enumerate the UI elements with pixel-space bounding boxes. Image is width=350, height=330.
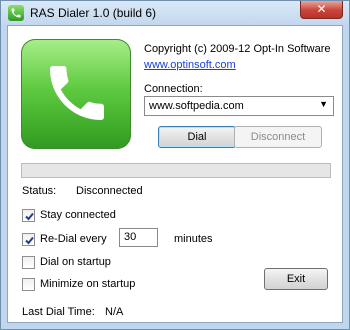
- redial-label: Re-Dial every: [40, 233, 107, 245]
- checkbox-box[interactable]: [22, 233, 35, 246]
- phone-icon: [21, 39, 131, 149]
- connection-label: Connection:: [144, 83, 203, 95]
- last-dial-value: N/A: [105, 306, 124, 318]
- website-link[interactable]: www.optinsoft.com: [144, 59, 236, 71]
- stay-connected-checkbox[interactable]: Stay connected: [22, 208, 142, 223]
- minimize-on-startup-checkbox[interactable]: Minimize on startup: [22, 277, 152, 292]
- phone-icon: [8, 5, 24, 21]
- window-title: RAS Dialer 1.0 (build 6): [30, 6, 157, 20]
- close-icon: ✕: [316, 2, 327, 16]
- status-value: Disconnected: [76, 185, 143, 197]
- connection-value: www.softpedia.com: [149, 100, 244, 112]
- status-label: Status:: [22, 185, 57, 197]
- copyright-text: Copyright (c) 2009-12 Opt-In Software: [144, 43, 331, 55]
- progress-bar: [21, 163, 331, 178]
- client-area: Copyright (c) 2009-12 Opt-In Software ww…: [7, 25, 343, 323]
- minimize-on-startup-label: Minimize on startup: [40, 278, 136, 290]
- checkbox-box[interactable]: [22, 256, 35, 269]
- redial-minutes-input[interactable]: 30: [119, 228, 158, 247]
- checkbox-box[interactable]: [22, 278, 35, 291]
- close-button[interactable]: ✕: [300, 1, 343, 19]
- dial-button[interactable]: Dial: [158, 126, 236, 148]
- dial-on-startup-checkbox[interactable]: Dial on startup: [22, 255, 132, 270]
- disconnect-button[interactable]: Disconnect: [234, 126, 322, 148]
- chevron-down-icon: ▼: [319, 99, 328, 109]
- last-dial-label: Last Dial Time:: [22, 306, 95, 318]
- stay-connected-label: Stay connected: [40, 209, 116, 221]
- checkbox-box[interactable]: [22, 209, 35, 222]
- app-window: RAS Dialer 1.0 (build 6) ✕ Copyright (c)…: [0, 0, 350, 330]
- dial-on-startup-label: Dial on startup: [40, 256, 111, 268]
- connection-dropdown[interactable]: www.softpedia.com ▼: [144, 96, 334, 116]
- redial-checkbox[interactable]: Re-Dial every: [22, 232, 117, 247]
- exit-button[interactable]: Exit: [264, 268, 328, 290]
- redial-unit-label: minutes: [174, 233, 213, 245]
- title-bar[interactable]: RAS Dialer 1.0 (build 6) ✕: [1, 1, 349, 25]
